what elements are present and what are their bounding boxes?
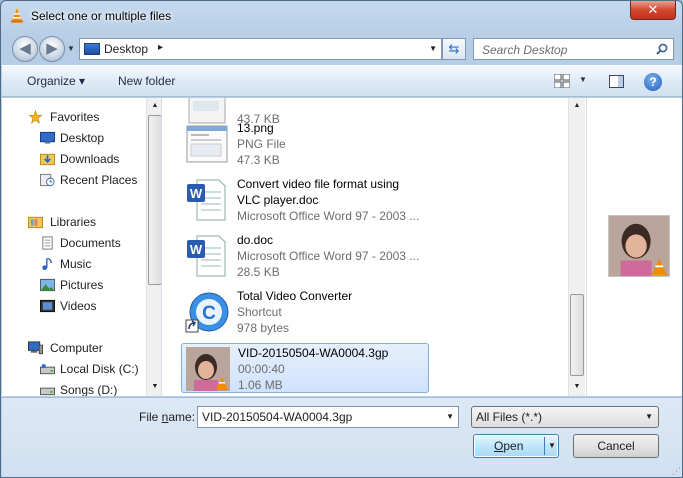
file-list: 43.7 KB 13.png PNG File 47.3 KB W Conver… (163, 98, 585, 396)
new-folder-button[interactable]: New folder (118, 74, 175, 88)
scroll-down-arrow-icon[interactable]: ▼ (147, 379, 161, 395)
open-button[interactable]: Open ▼ (473, 434, 559, 458)
video-thumbnail-icon (186, 347, 230, 391)
sidebar-item-favorites[interactable]: Favorites (2, 107, 147, 127)
sidebar-item-recent-places[interactable]: Recent Places (2, 170, 147, 190)
scrollbar-thumb[interactable] (148, 115, 161, 285)
pictures-icon (40, 278, 55, 292)
sidebar-item-songs-drive[interactable]: Songs (D:) (2, 380, 147, 396)
main-content: Favorites Desktop Downloads Recent Place… (2, 98, 682, 396)
forward-button[interactable]: ▶ (39, 36, 65, 62)
list-item[interactable]: W Convert video file format using VLC pl… (181, 175, 429, 225)
organize-button[interactable]: Organize ▾ (27, 74, 85, 88)
music-note-icon (42, 257, 52, 271)
sidebar-item-documents[interactable]: Documents (2, 233, 147, 253)
list-item[interactable]: C Total Video Converter Shortcut 978 byt… (181, 287, 429, 337)
refresh-button[interactable]: ⇆ (442, 38, 466, 60)
list-item-selected[interactable]: VID-20150504-WA0004.3gp 00:00:40 1.06 MB (181, 343, 429, 393)
downloads-folder-icon (40, 153, 55, 166)
video-preview-thumbnail (608, 215, 670, 277)
open-button-divider (544, 437, 545, 455)
navigation-bar: ◀ ▶ ▼ Desktop ▸ ▼ ⇆ (1, 31, 682, 63)
address-separator-icon[interactable]: ▸ (158, 42, 163, 53)
file-name-input[interactable]: VID-20150504-WA0004.3gp (202, 410, 352, 424)
help-button[interactable]: ? (644, 73, 662, 91)
address-location[interactable]: Desktop (104, 42, 148, 56)
preview-pane-toggle-icon[interactable] (609, 75, 624, 88)
title-bar: Select one or multiple files ✕ (1, 1, 682, 31)
address-bar[interactable]: Desktop ▸ ▼ (79, 38, 442, 60)
file-dialog-window: Select one or multiple files ✕ ◀ ▶ ▼ Des… (0, 0, 683, 478)
word-document-icon: W (187, 179, 226, 221)
vlc-cone-icon (11, 8, 23, 23)
view-options-dropdown-icon[interactable]: ▼ (579, 75, 587, 84)
hard-drive-icon (40, 387, 55, 396)
documents-icon (42, 236, 53, 250)
preview-pane (586, 98, 682, 396)
list-item[interactable]: W do.doc Microsoft Office Word 97 - 2003… (181, 231, 429, 281)
videos-icon (40, 299, 55, 313)
address-dropdown-icon[interactable]: ▼ (429, 44, 437, 53)
sidebar-item-libraries[interactable]: Libraries (2, 212, 147, 232)
scroll-up-arrow-icon[interactable]: ▲ (569, 98, 585, 114)
desktop-icon (84, 43, 100, 55)
sidebar-item-music[interactable]: Music (2, 254, 147, 274)
list-item[interactable]: 13.png PNG File 47.3 KB (181, 119, 429, 169)
sidebar-item-pictures[interactable]: Pictures (2, 275, 147, 295)
sidebar-item-videos[interactable]: Videos (2, 296, 147, 316)
word-document-icon: W (187, 235, 226, 277)
back-button[interactable]: ◀ (12, 36, 38, 62)
sidebar-item-downloads[interactable]: Downloads (2, 149, 147, 169)
svg-text:W: W (190, 242, 203, 257)
sidebar-item-desktop[interactable]: Desktop (2, 128, 147, 148)
png-thumbnail-icon (186, 125, 228, 163)
star-icon (28, 110, 43, 124)
command-toolbar: Organize ▾ New folder ▼ ? (2, 65, 682, 97)
navigation-pane: Favorites Desktop Downloads Recent Place… (2, 98, 162, 396)
open-options-dropdown-icon[interactable]: ▼ (548, 441, 556, 450)
search-box[interactable] (473, 38, 674, 60)
file-name-dropdown-icon[interactable]: ▼ (446, 412, 454, 421)
close-button[interactable]: ✕ (630, 1, 676, 20)
recent-places-icon (40, 173, 55, 187)
file-name-label: File name: (139, 410, 196, 424)
scroll-down-arrow-icon[interactable]: ▼ (569, 379, 585, 395)
desktop-icon (40, 131, 55, 144)
search-input[interactable] (480, 42, 650, 58)
window-title: Select one or multiple files (31, 9, 172, 23)
chevron-down-icon: ▼ (645, 412, 653, 421)
svg-text:C: C (202, 303, 216, 324)
sidebar-item-computer[interactable]: Computer (2, 338, 147, 358)
svg-text:W: W (190, 186, 203, 201)
file-list-scrollbar[interactable]: ▲ ▼ (568, 98, 585, 396)
recent-locations-dropdown-icon[interactable]: ▼ (67, 44, 75, 53)
scroll-up-arrow-icon[interactable]: ▲ (147, 98, 161, 114)
file-type-filter-select[interactable]: All Files (*.*) ▼ (471, 406, 659, 428)
computer-icon (28, 341, 43, 355)
dialog-footer: File name: VID-20150504-WA0004.3gp ▼ All… (2, 397, 682, 477)
scrollbar-thumb[interactable] (570, 294, 584, 376)
sidebar-item-local-disk[interactable]: Local Disk (C:) (2, 359, 147, 379)
cancel-button[interactable]: Cancel (573, 434, 659, 458)
libraries-icon (28, 216, 43, 229)
refresh-icon: ⇆ (448, 41, 460, 56)
search-icon[interactable] (656, 43, 668, 55)
navigation-scrollbar[interactable]: ▲ ▼ (146, 98, 161, 396)
change-view-icon[interactable] (554, 74, 570, 88)
file-name-combobox[interactable]: VID-20150504-WA0004.3gp ▼ (197, 406, 459, 428)
hard-drive-icon (40, 364, 55, 375)
video-converter-shortcut-icon: C (185, 292, 229, 333)
resize-grip-icon[interactable]: ⋰ (672, 466, 681, 477)
